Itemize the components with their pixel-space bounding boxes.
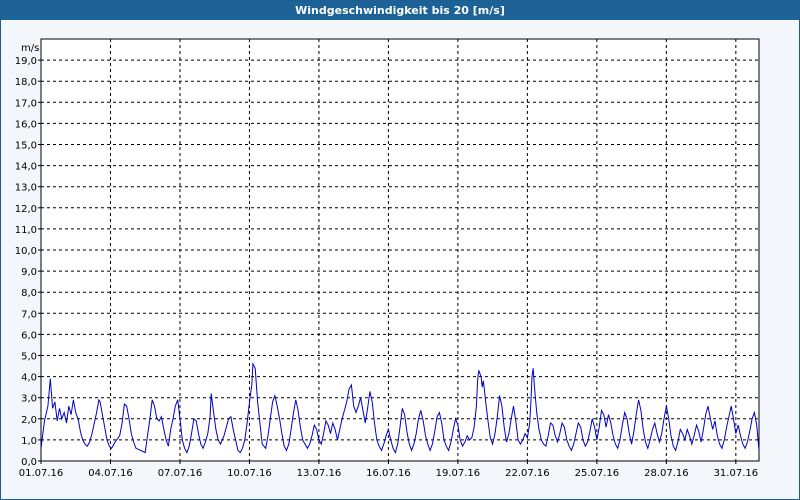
y-tick-label: 7,0 bbox=[21, 309, 37, 320]
y-tick-label: 11,0 bbox=[15, 225, 37, 236]
y-tick-label: 1,0 bbox=[21, 436, 37, 447]
y-tick-label: 12,0 bbox=[15, 204, 37, 215]
y-tick-label: 4,0 bbox=[21, 373, 37, 384]
y-tick-label: 8,0 bbox=[21, 288, 37, 299]
x-tick-label: 16.07.16 bbox=[366, 468, 411, 479]
x-tick-label: 13.07.16 bbox=[297, 468, 342, 479]
y-tick-label: 14,0 bbox=[15, 162, 37, 173]
y-tick-label: 19,0 bbox=[15, 56, 37, 67]
wind-speed-chart: 0,0 1,0 2,0 3,0 4,0 5,0 6,0 7,0 8,0 9,0 10,0 11,0 12… bbox=[15, 38, 760, 479]
x-tick-label: 22.07.16 bbox=[505, 468, 550, 479]
y-tick-label: 13,0 bbox=[15, 183, 37, 194]
plot-area bbox=[40, 38, 760, 462]
y-tick-label: 2,0 bbox=[21, 415, 37, 426]
x-tick-label: 19.07.16 bbox=[436, 468, 481, 479]
y-tick-label: 10,0 bbox=[15, 246, 37, 257]
y-tick-label: 15,0 bbox=[15, 141, 37, 152]
x-tick-label: 10.07.16 bbox=[227, 468, 272, 479]
x-tick-label: 25.07.16 bbox=[575, 468, 620, 479]
y-tick-label: 18,0 bbox=[15, 77, 37, 88]
x-tick-label: 01.07.16 bbox=[19, 468, 64, 479]
x-axis-ticks: 01.07.16 04.07.16 07.07.16 10.07.16 13.07.16… bbox=[19, 461, 758, 479]
y-tick-label: 3,0 bbox=[21, 394, 37, 405]
y-tick-label: 17,0 bbox=[15, 98, 37, 109]
y-tick-label: 6,0 bbox=[21, 330, 37, 341]
y-axis-unit-label: m/s bbox=[21, 43, 39, 54]
y-axis-ticks: 0,0 1,0 2,0 3,0 4,0 5,0 6,0 7,0 8,0 9,0 10,0 11,0 12… bbox=[15, 56, 41, 468]
x-tick-label: 07.07.16 bbox=[158, 468, 203, 479]
y-tick-label: 9,0 bbox=[21, 267, 37, 278]
x-tick-label: 04.07.16 bbox=[88, 468, 133, 479]
y-tick-label: 5,0 bbox=[21, 352, 37, 363]
y-tick-label: 0,0 bbox=[21, 457, 37, 468]
x-tick-label: 28.07.16 bbox=[644, 468, 689, 479]
x-tick-label: 31.07.16 bbox=[714, 468, 759, 479]
chart-window: Windgeschwindigkeit bis 20 [m/s] 0,0 1,0 2… bbox=[0, 0, 800, 500]
y-tick-label: 16,0 bbox=[15, 119, 37, 130]
